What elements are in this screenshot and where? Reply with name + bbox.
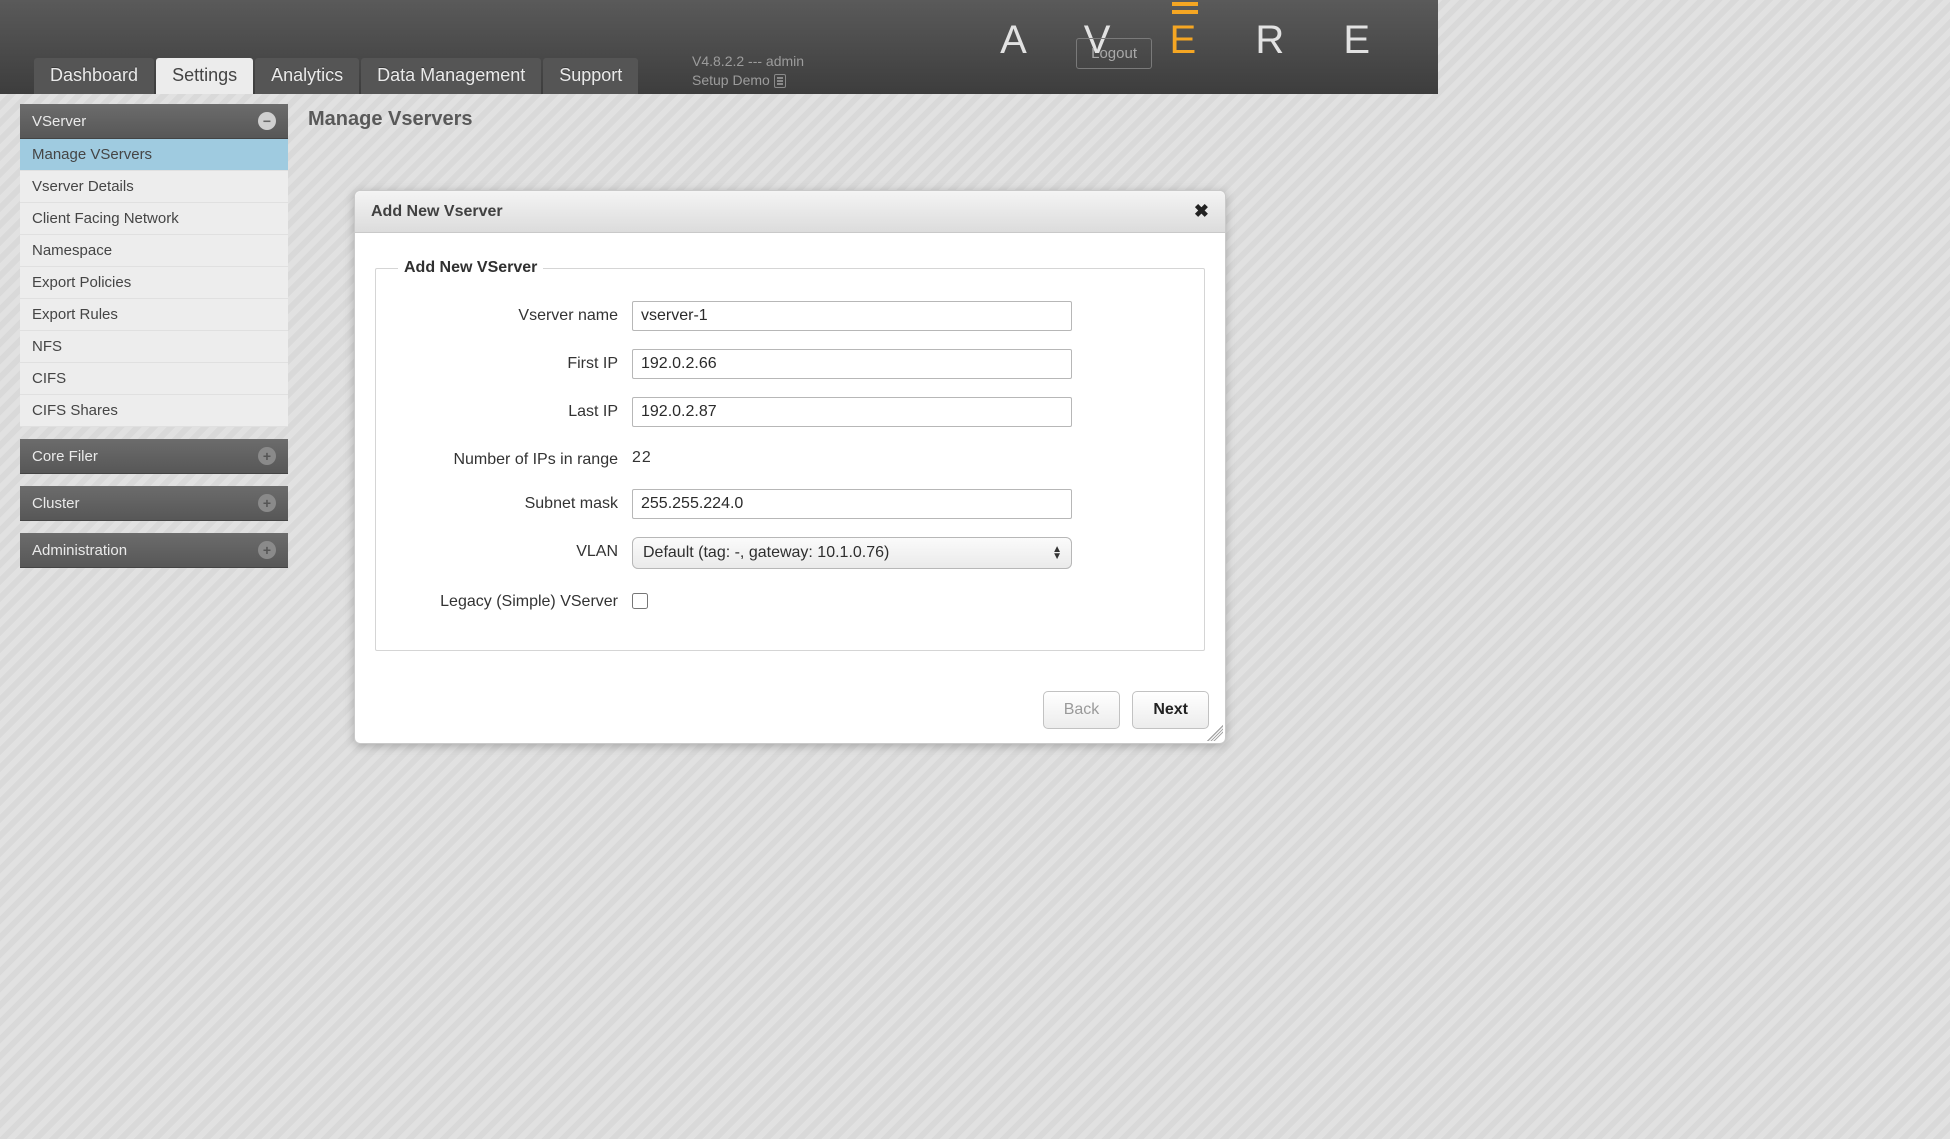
vlan-select[interactable]: Default (tag: -, gateway: 10.1.0.76) [632,537,1072,569]
back-button[interactable]: Back [1043,691,1121,729]
label-legacy: Legacy (Simple) VServer [398,587,632,613]
sidebar-section-label: Core Filer [32,448,98,465]
sidebar-item-vserver-details[interactable]: Vserver Details [20,171,288,203]
sidebar-item-namespace[interactable]: Namespace [20,235,288,267]
tab-dashboard[interactable]: Dashboard [34,58,154,94]
page-title: Manage Vservers [306,104,1418,147]
setup-demo-link[interactable]: Setup Demo [692,71,770,90]
sidebar-item-nfs[interactable]: NFS [20,331,288,363]
tab-support[interactable]: Support [543,58,638,94]
resize-grip-icon[interactable] [1207,725,1223,741]
label-first-ip: First IP [398,349,632,375]
label-last-ip: Last IP [398,397,632,423]
sidebar-section-core-filer[interactable]: Core Filer + [20,439,288,474]
expand-icon: + [258,541,276,559]
label-vserver-name: Vserver name [398,301,632,327]
main-tabs: Dashboard Settings Analytics Data Manage… [34,58,638,94]
label-subnet-mask: Subnet mask [398,489,632,515]
tab-analytics[interactable]: Analytics [255,58,359,94]
sidebar-section-label: Administration [32,542,127,559]
collapse-icon: − [258,112,276,130]
dialog-title: Add New Vserver [371,203,503,221]
ip-count-value: 22 [632,445,1182,467]
sidebar-section-label: Cluster [32,495,80,512]
subnet-mask-input[interactable] [632,489,1072,519]
document-icon [774,74,786,88]
logout-button[interactable]: Logout [1076,38,1152,69]
expand-icon: + [258,447,276,465]
sidebar-section-label: VServer [32,113,86,130]
first-ip-input[interactable] [632,349,1072,379]
sidebar-section-administration[interactable]: Administration + [20,533,288,568]
sidebar-section-cluster[interactable]: Cluster + [20,486,288,521]
close-icon[interactable]: ✖ [1194,201,1209,222]
sidebar-section-vserver[interactable]: VServer − [20,104,288,139]
sidebar-item-cifs[interactable]: CIFS [20,363,288,395]
tab-settings[interactable]: Settings [156,58,253,94]
sidebar: VServer − Manage VServers Vserver Detail… [20,104,288,568]
vserver-name-input[interactable] [632,301,1072,331]
label-ip-count: Number of IPs in range [398,445,632,471]
sidebar-item-manage-vservers[interactable]: Manage VServers [20,139,288,171]
next-button[interactable]: Next [1132,691,1209,729]
sidebar-item-export-policies[interactable]: Export Policies [20,267,288,299]
fieldset-legend: Add New VServer [398,259,543,277]
sidebar-item-export-rules[interactable]: Export Rules [20,299,288,331]
brand-logo: A V E R E [1000,18,1394,63]
tab-data-management[interactable]: Data Management [361,58,541,94]
sidebar-item-client-facing-network[interactable]: Client Facing Network [20,203,288,235]
version-text: V4.8.2.2 --- admin [692,52,804,71]
legacy-checkbox[interactable] [632,593,648,609]
label-vlan: VLAN [398,537,632,563]
add-vserver-dialog: Add New Vserver ✖ Add New VServer Vserve… [354,190,1226,744]
top-header: A V E R E Logout Dashboard Settings Anal… [0,0,1438,94]
status-block: V4.8.2.2 --- admin Setup Demo [692,52,804,90]
last-ip-input[interactable] [632,397,1072,427]
sidebar-item-cifs-shares[interactable]: CIFS Shares [20,395,288,427]
expand-icon: + [258,494,276,512]
